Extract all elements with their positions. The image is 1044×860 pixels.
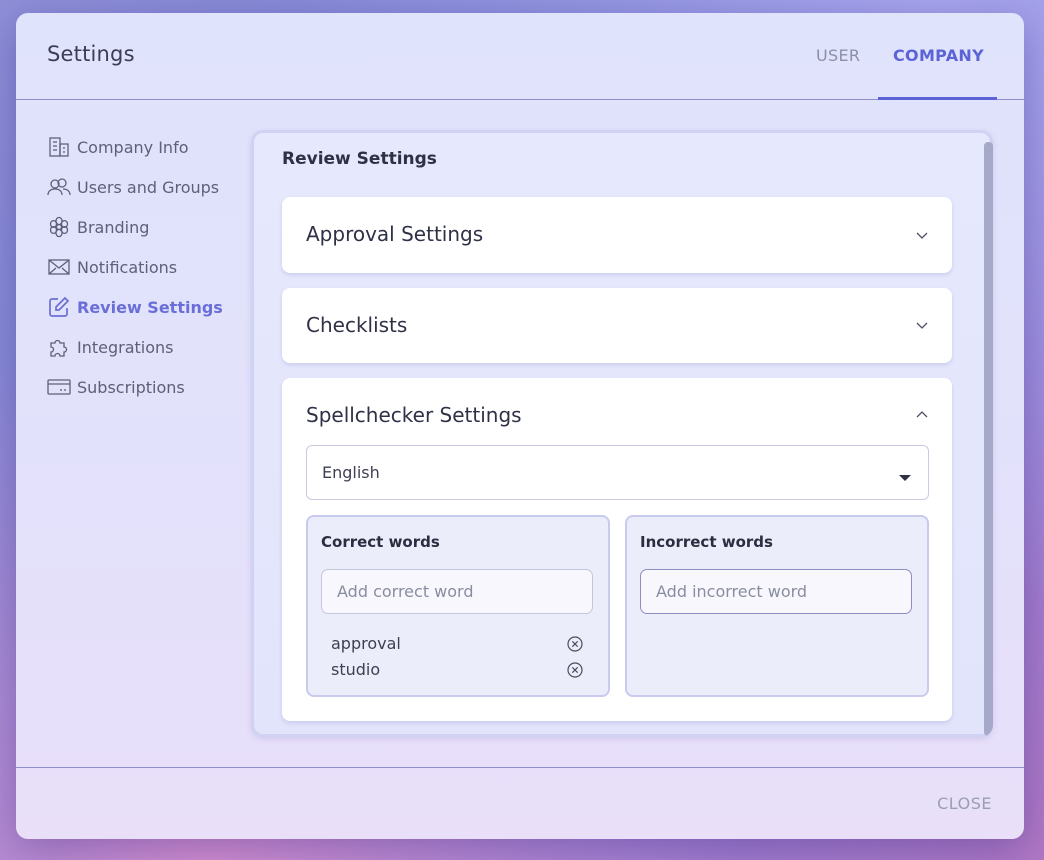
settings-sidebar: Company Info Users and Groups Branding N… [47, 127, 247, 407]
dialog-title: Settings [47, 42, 135, 66]
accordion-title: Checklists [306, 313, 408, 337]
flower-icon [47, 215, 71, 239]
chevron-down-icon[interactable] [914, 227, 930, 243]
accordion-checklists[interactable]: Checklists [282, 288, 952, 363]
sidebar-item-review-settings[interactable]: Review Settings [47, 287, 247, 327]
dialog-footer: CLOSE [16, 767, 1024, 839]
sidebar-item-branding[interactable]: Branding [47, 207, 247, 247]
correct-words-title: Correct words [321, 533, 440, 551]
puzzle-icon [47, 335, 71, 359]
tab-user[interactable]: USER [816, 46, 860, 65]
card-icon [47, 375, 71, 399]
sidebar-item-label: Branding [77, 217, 150, 237]
users-icon [47, 175, 71, 199]
dialog-header: Settings USER COMPANY [16, 13, 1024, 100]
remove-circle-icon[interactable] [567, 636, 583, 656]
building-icon [47, 135, 71, 159]
review-settings-panel: Review Settings Approval Settings Checkl… [251, 130, 993, 737]
chevron-down-icon[interactable] [914, 317, 930, 333]
language-select[interactable]: English [306, 445, 929, 500]
chevron-up-icon[interactable] [914, 407, 930, 423]
sidebar-item-label: Users and Groups [77, 177, 220, 197]
sidebar-item-subscriptions[interactable]: Subscriptions [47, 367, 247, 407]
accordion-title: Spellchecker Settings [306, 403, 522, 427]
accordion-title: Approval Settings [306, 222, 484, 246]
sidebar-item-users-and-groups[interactable]: Users and Groups [47, 167, 247, 207]
settings-dialog: Settings USER COMPANY Company Info Users… [16, 13, 1024, 839]
panel-scrollbar[interactable] [984, 142, 993, 736]
sidebar-item-notifications[interactable]: Notifications [47, 247, 247, 287]
accordion-approval-settings[interactable]: Approval Settings [282, 197, 952, 273]
accordion-spellchecker-settings: Spellchecker Settings English Correct wo… [282, 378, 952, 721]
incorrect-words-title: Incorrect words [640, 533, 773, 551]
incorrect-words-box: Incorrect words [625, 515, 929, 697]
language-select-value: English [322, 463, 380, 482]
active-tab-indicator [878, 97, 997, 100]
sidebar-item-label: Subscriptions [77, 377, 185, 397]
correct-words-box: Correct words approval studio [306, 515, 610, 697]
list-item: approval [331, 632, 583, 656]
sidebar-item-integrations[interactable]: Integrations [47, 327, 247, 367]
sidebar-item-label: Notifications [77, 257, 178, 277]
sidebar-item-label: Integrations [77, 337, 174, 357]
sidebar-item-company-info[interactable]: Company Info [47, 127, 247, 167]
edit-icon [47, 295, 71, 319]
add-incorrect-word-input[interactable] [640, 569, 912, 614]
close-button[interactable]: CLOSE [937, 794, 992, 813]
envelope-icon [47, 255, 71, 279]
word-text: studio [331, 660, 381, 679]
remove-circle-icon[interactable] [567, 662, 583, 682]
tab-company[interactable]: COMPANY [893, 46, 984, 65]
panel-title: Review Settings [282, 149, 437, 169]
word-text: approval [331, 634, 401, 653]
list-item: studio [331, 658, 583, 682]
sidebar-item-label: Review Settings [77, 297, 223, 317]
caret-down-icon [898, 468, 912, 487]
sidebar-item-label: Company Info [77, 137, 189, 157]
add-correct-word-input[interactable] [321, 569, 593, 614]
